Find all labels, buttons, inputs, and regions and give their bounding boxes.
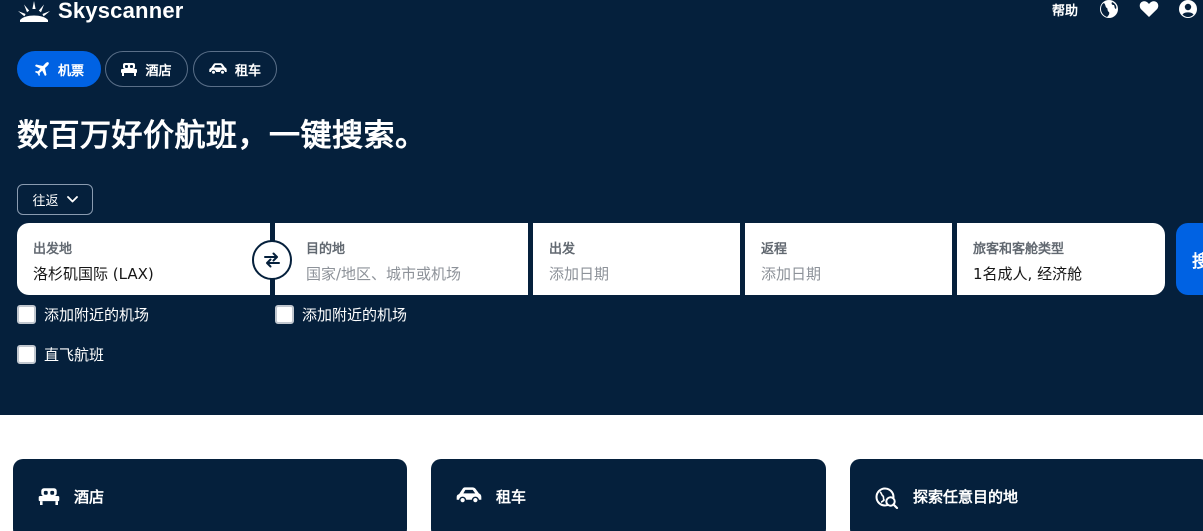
heart-icon[interactable] [1138,0,1160,20]
passengers-value[interactable]: 1名成人, 经济舱 [973,263,1149,284]
destination-input[interactable]: 国家/地区、城市或机场 [306,263,512,284]
car-icon [456,487,482,504]
card-hotels[interactable]: 酒店 [13,459,407,531]
sunrise-logo-icon [18,1,50,22]
card-explore-anywhere[interactable]: 探索任意目的地 [850,459,1203,531]
tab-car-rental[interactable]: 租车 [193,51,277,87]
origin-field[interactable]: 出发地 洛杉矶国际 (LAX) [17,223,270,295]
origin-value[interactable]: 洛杉矶国际 (LAX) [33,263,254,284]
account-icon[interactable] [1177,0,1199,20]
checkbox-box[interactable] [275,305,294,324]
passengers-label: 旅客和客舱类型 [973,242,1065,257]
search-button[interactable]: 搜 [1176,223,1203,295]
page-headline: 数百万好价航班，一键搜索。 [17,118,427,154]
card-explore-label: 探索任意目的地 [913,488,1019,506]
explore-globe-icon [875,487,899,509]
tab-flights[interactable]: 机票 [17,51,101,87]
destination-nearby-label: 添加附近的机场 [302,306,408,324]
swap-arrows-icon [264,252,280,268]
depart-date-field[interactable]: 出发 添加日期 [533,223,740,295]
direct-flights-checkbox[interactable]: 直飞航班 [17,344,104,365]
depart-label: 出发 [549,242,576,257]
destination-nearby-airports-checkbox[interactable]: 添加附近的机场 [275,304,407,325]
card-car-rental[interactable]: 租车 [431,459,826,531]
origin-nearby-airports-checkbox[interactable]: 添加附近的机场 [17,304,149,325]
help-link[interactable]: 帮助 [1052,0,1078,19]
destination-field[interactable]: 目的地 国家/地区、城市或机场 [275,223,528,295]
tab-car-rental-label: 租车 [234,63,261,79]
car-icon [209,63,227,75]
card-car-rental-label: 租车 [496,488,527,506]
skyscanner-logo[interactable]: Skyscanner [17,0,184,26]
return-label: 返程 [761,242,788,257]
trip-type-value: 往返 [32,194,59,209]
return-date-field[interactable]: 返程 添加日期 [745,223,952,295]
depart-date-input[interactable]: 添加日期 [549,263,724,284]
return-date-input[interactable]: 添加日期 [761,263,936,284]
checkbox-box[interactable] [17,345,36,364]
card-hotels-label: 酒店 [74,488,105,506]
globe-icon[interactable] [1098,0,1120,20]
origin-label: 出发地 [33,242,73,257]
passengers-cabin-field[interactable]: 旅客和客舱类型 1名成人, 经济舱 [957,223,1165,295]
tab-hotels[interactable]: 酒店 [105,51,188,87]
destination-label: 目的地 [306,242,346,257]
hero-section: Skyscanner 帮助 机票 酒店 租车 数百万好价航班，一键搜索。 往返 … [0,0,1203,415]
bed-icon [121,63,138,76]
origin-nearby-label: 添加附近的机场 [44,306,150,324]
chevron-down-icon [66,196,78,203]
trip-type-select[interactable]: 往返 [17,184,93,215]
tab-hotels-label: 酒店 [145,63,172,79]
swap-locations-button[interactable] [252,240,292,280]
tab-flights-label: 机票 [57,63,84,79]
search-button-label: 搜 [1192,251,1203,272]
direct-flights-label: 直飞航班 [44,346,105,364]
checkbox-box[interactable] [17,305,36,324]
bed-icon [38,488,60,505]
plane-icon [34,62,49,76]
brand-name: Skyscanner [58,0,184,23]
